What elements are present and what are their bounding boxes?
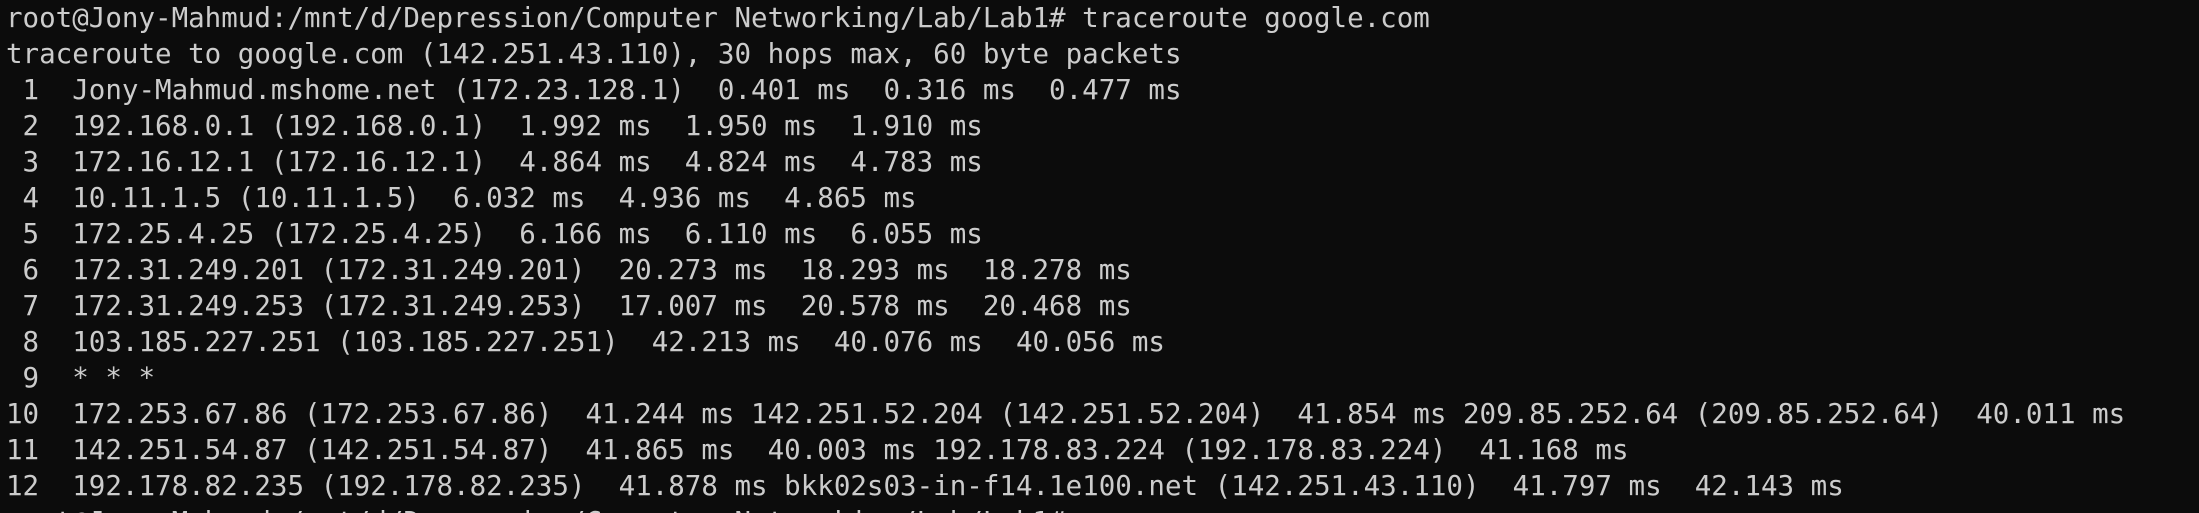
hop-line-9: 9 * * * xyxy=(6,362,156,394)
command-prompt-line: root@Jony-Mahmud:/mnt/d/Depression/Compu… xyxy=(6,2,1430,34)
hop-line-3: 3 172.16.12.1 (172.16.12.1) 4.864 ms 4.8… xyxy=(6,146,983,178)
hop-line-12: 12 192.178.82.235 (192.178.82.235) 41.87… xyxy=(6,470,1844,502)
hop-line-8: 8 103.185.227.251 (103.185.227.251) 42.2… xyxy=(6,326,1165,358)
trailing-prompt-line[interactable]: root@Jony-Mahmud:/mnt/d/Depression/Compu… xyxy=(6,504,2199,513)
hop-line-7: 7 172.31.249.253 (172.31.249.253) 17.007… xyxy=(6,290,1132,322)
hop-line-5: 5 172.25.4.25 (172.25.4.25) 6.166 ms 6.1… xyxy=(6,218,983,250)
hop-line-2: 2 192.168.0.1 (192.168.0.1) 1.992 ms 1.9… xyxy=(6,110,983,142)
hop-line-6: 6 172.31.249.201 (172.31.249.201) 20.273… xyxy=(6,254,1132,286)
hop-line-4: 4 10.11.1.5 (10.11.1.5) 6.032 ms 4.936 m… xyxy=(6,182,917,214)
terminal-window[interactable]: root@Jony-Mahmud:/mnt/d/Depression/Compu… xyxy=(0,0,2199,513)
hop-line-10: 10 172.253.67.86 (172.253.67.86) 41.244 … xyxy=(6,398,2126,430)
traceroute-header-line: traceroute to google.com (142.251.43.110… xyxy=(6,38,1182,70)
hop-line-11: 11 142.251.54.87 (142.251.54.87) 41.865 … xyxy=(6,434,1629,466)
hop-line-1: 1 Jony-Mahmud.mshome.net (172.23.128.1) … xyxy=(6,74,1182,106)
